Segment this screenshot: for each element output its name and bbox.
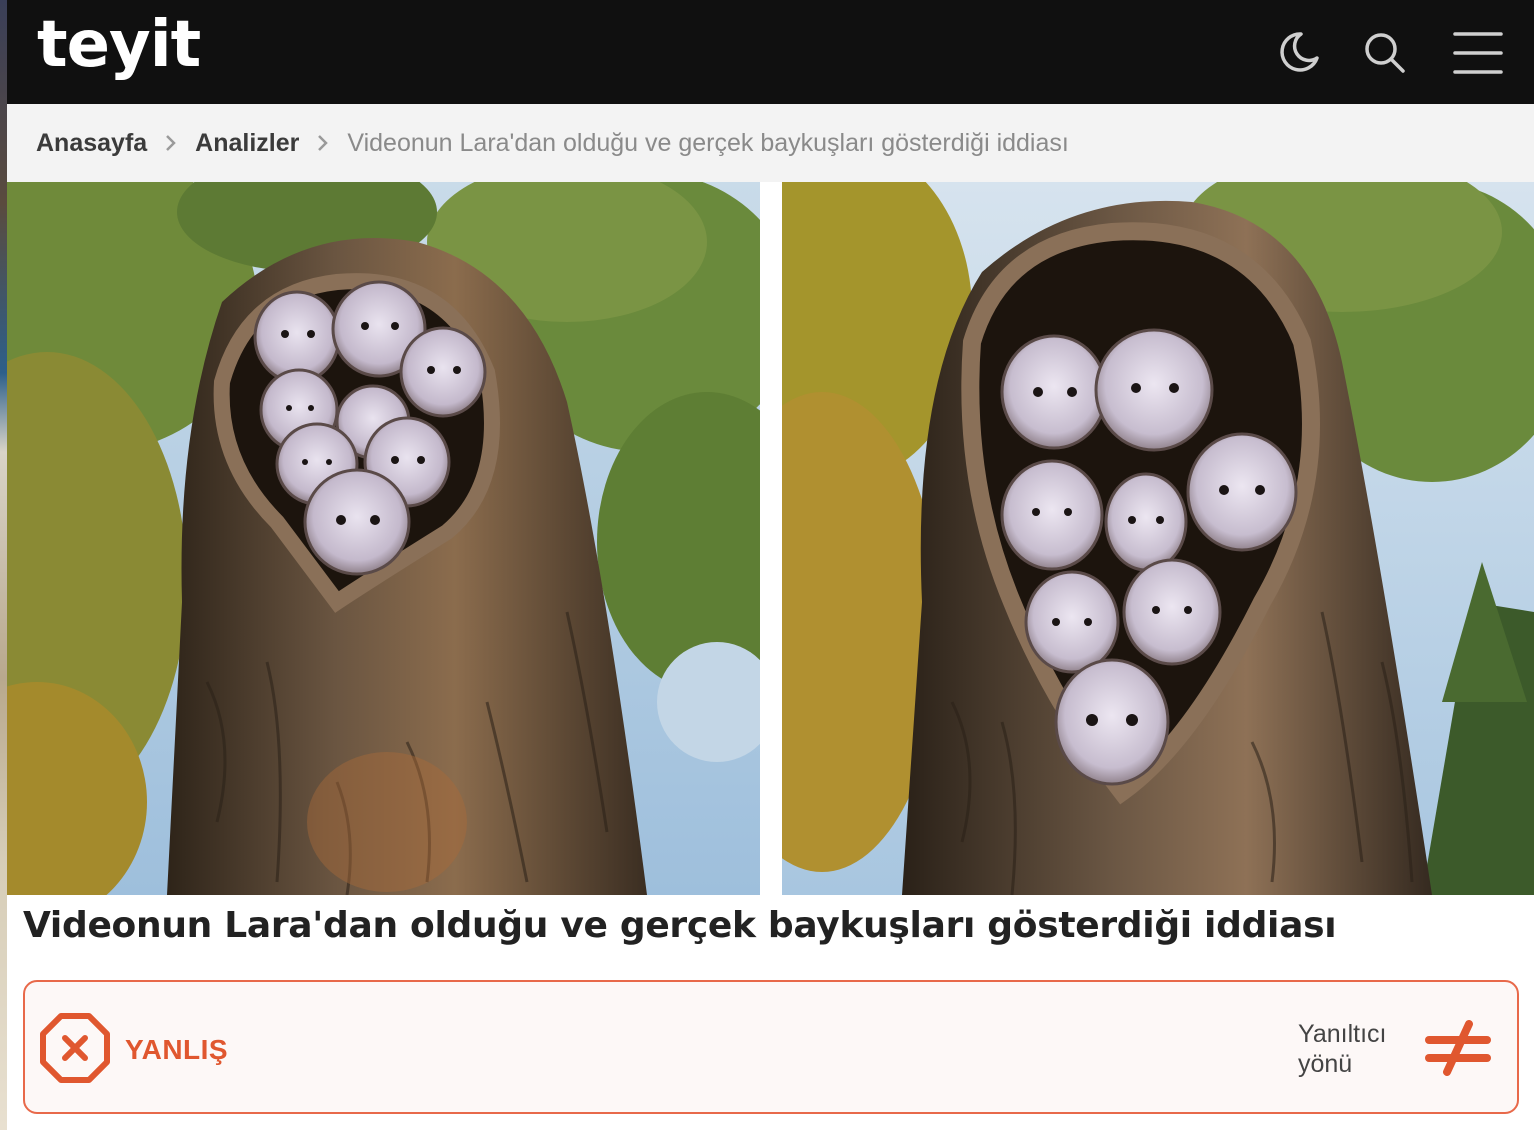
verdict-card: YANLIŞ Yanıltıcı yönü <box>23 980 1519 1114</box>
chevron-right-icon <box>165 134 177 152</box>
x-octagon-icon <box>40 1013 110 1083</box>
site-header: teyit <box>7 0 1534 104</box>
search-button[interactable] <box>1360 28 1408 76</box>
moon-icon <box>1280 32 1319 72</box>
verdict-label: YANLIŞ <box>125 1034 229 1065</box>
menu-button[interactable] <box>1453 28 1503 76</box>
search-icon <box>1365 33 1405 73</box>
owls-in-tree-hollow-image <box>782 182 1534 895</box>
chevron-right-icon <box>317 134 329 152</box>
page: teyit Anasayfa Analizler Videonun Lara'd… <box>7 0 1534 1130</box>
misleading-aspect-label[interactable]: Yanıltıcı yönü <box>1298 1019 1418 1079</box>
not-equal-icon[interactable] <box>1425 1020 1491 1076</box>
breadcrumb-analyses-link[interactable]: Analizler <box>195 129 299 158</box>
article-title: Videonun Lara'dan olduğu ve gerçek bayku… <box>23 905 1337 946</box>
article-hero-image <box>7 182 1534 895</box>
breadcrumb-home-link[interactable]: Anasayfa <box>36 129 147 158</box>
background-window-edge <box>0 0 7 1130</box>
menu-icon <box>1453 32 1503 74</box>
breadcrumb-current: Videonun Lara'dan olduğu ve gerçek bayku… <box>347 128 1069 157</box>
breadcrumb: Anasayfa Analizler Videonun Lara'dan old… <box>7 104 1534 182</box>
dark-mode-button[interactable] <box>1275 28 1323 76</box>
site-logo[interactable]: teyit <box>37 8 201 82</box>
owls-in-tree-hollow-image <box>7 182 760 895</box>
